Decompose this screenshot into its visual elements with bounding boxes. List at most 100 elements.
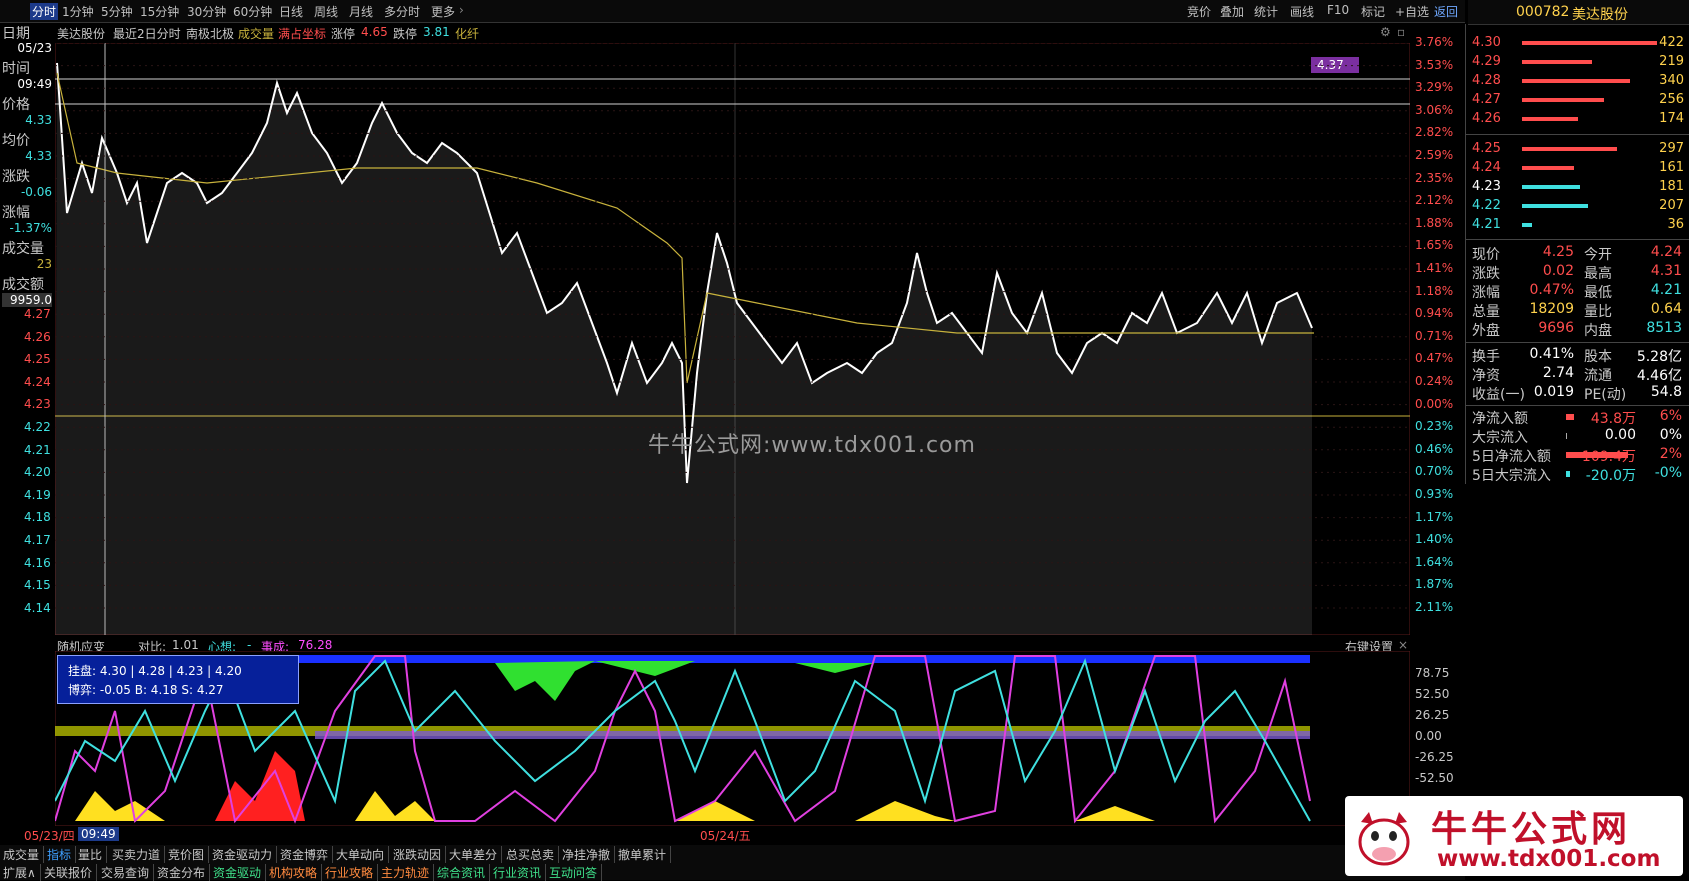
close-icon[interactable]: × xyxy=(1398,638,1408,652)
tab-period-5min[interactable]: 5分钟 xyxy=(101,3,133,20)
tab-net-order-cancel[interactable]: 净挂净撤 xyxy=(562,846,616,863)
intraday-price-chart[interactable]: 4.37 xyxy=(55,43,1410,635)
tab-period-1min[interactable]: 1分钟 xyxy=(62,3,94,20)
stat-value: 0.41% xyxy=(1529,346,1574,362)
overlay-button[interactable]: 叠加 xyxy=(1220,3,1244,20)
ask-volume-bar xyxy=(1522,41,1657,45)
price-tick-label: 4.22 xyxy=(24,420,51,434)
tab-fund-distribution[interactable]: 资金分布 xyxy=(157,864,211,881)
stat-value: 0.64 xyxy=(1650,301,1682,317)
tab-volume-ratio[interactable]: 量比 xyxy=(78,846,108,863)
percent-tick-label: 0.24% xyxy=(1415,374,1454,388)
bid-price: 4.24 xyxy=(1472,160,1501,175)
tab-industry-news[interactable]: 行业资讯 xyxy=(493,864,547,881)
stat-label: 换手 xyxy=(1472,349,1500,365)
watermark-text: 牛牛公式网:www.tdx001.com xyxy=(648,433,976,458)
tab-related-quotes[interactable]: 关联报价 xyxy=(44,864,98,881)
tab-auction-chart[interactable]: 竞价图 xyxy=(168,846,210,863)
auction-button[interactable]: 竞价 xyxy=(1187,3,1211,20)
stat-label: 内盘 xyxy=(1584,323,1612,339)
tab-large-order-trend[interactable]: 大单动向 xyxy=(336,846,390,863)
ask-row-1: 4.26 174 xyxy=(1472,110,1684,128)
tab-fund-game[interactable]: 资金博弈 xyxy=(280,846,334,863)
tab-period-week[interactable]: 周线 xyxy=(314,3,338,20)
tab-period-multi[interactable]: 多分时 xyxy=(384,3,420,20)
ask-volume: 256 xyxy=(1659,92,1684,107)
tab-fund-drive-2[interactable]: 资金驱动 xyxy=(213,864,267,881)
settings-icon[interactable]: ⚙ xyxy=(1380,25,1391,39)
bid-row-5: 4.21 36 xyxy=(1472,216,1684,234)
stats-button[interactable]: 统计 xyxy=(1254,3,1278,20)
price-tick-label: 4.16 xyxy=(24,555,51,570)
tab-period-60min[interactable]: 60分钟 xyxy=(233,3,272,20)
tab-total-buy-sell[interactable]: 总买总卖 xyxy=(506,846,560,863)
flow-pct: 2% xyxy=(1659,446,1682,462)
logo-url: www.tdx001.com xyxy=(1437,846,1661,872)
tab-period-more[interactable]: 更多 xyxy=(431,3,455,20)
draw-button[interactable]: 画线 xyxy=(1290,3,1314,20)
info-volume[interactable]: 成交量 xyxy=(238,25,274,42)
tab-large-order-diff[interactable]: 大单差分 xyxy=(449,846,503,863)
lp-volume-label: 成交量 xyxy=(2,241,44,257)
percent-tick-label: 1.17% xyxy=(1415,509,1454,524)
flow-row: 5日大宗流入 -20.0万 -0% xyxy=(1472,465,1686,484)
tab-industry-strategy[interactable]: 行业攻略 xyxy=(325,864,379,881)
flow-pct: 0% xyxy=(1659,427,1682,443)
time-crosshair-label: 09:49 xyxy=(78,827,119,841)
back-button[interactable]: 返回 xyxy=(1434,3,1458,20)
stock-name: 美达股份 xyxy=(1572,7,1628,23)
info-full-coord[interactable]: 满占坐标 xyxy=(278,25,326,42)
percent-tick-label: 1.41% xyxy=(1415,261,1454,275)
lp-volume-value: 23 xyxy=(36,257,52,271)
stat-label: 外盘 xyxy=(1472,323,1500,339)
tab-volume[interactable]: 成交量 xyxy=(3,846,45,863)
f10-button[interactable]: F10 xyxy=(1327,3,1349,17)
flow-value: 109.4万 xyxy=(1581,449,1636,465)
price-tick-label: 4.21 xyxy=(24,442,51,457)
stat-label: 涨跌 xyxy=(1472,266,1500,282)
bid-volume: 207 xyxy=(1659,198,1684,213)
chart-info-bar: 美达股份 最近2日分时 南极北极 成交量 满占坐标 涨停 4.65 跌停 3.8… xyxy=(55,23,1410,41)
info-stock-name: 美达股份 xyxy=(57,27,106,41)
stat-value: 8513 xyxy=(1646,320,1682,336)
percent-tick-label: 0.23% xyxy=(1415,419,1454,434)
info-indicator[interactable]: 南极北极 xyxy=(186,25,234,42)
tab-indicator[interactable]: 指标 xyxy=(47,846,77,863)
tab-change-cause[interactable]: 涨跌动因 xyxy=(393,846,447,863)
stat-row: 涨幅 0.47% 最低 4.21 xyxy=(1472,282,1686,301)
ask-row-2: 4.27 256 xyxy=(1472,91,1684,109)
tab-main-track[interactable]: 主力轨迹 xyxy=(381,864,435,881)
stat-label: 流通 xyxy=(1584,368,1612,384)
tab-trade-query[interactable]: 交易查询 xyxy=(101,864,155,881)
flow-row: 净流入额 43.8万 6% xyxy=(1472,408,1686,427)
percent-tick-label: 3.53% xyxy=(1415,57,1454,72)
tab-fund-drive[interactable]: 资金驱动力 xyxy=(212,846,278,863)
tab-qa[interactable]: 互动问答 xyxy=(549,864,603,881)
tab-period-intraday[interactable]: 分时 xyxy=(30,3,59,20)
mark-button[interactable]: 标记 xyxy=(1361,3,1385,20)
tab-news[interactable]: 综合资讯 xyxy=(437,864,491,881)
stat-row: 净资 2.74 流通 4.46亿 xyxy=(1472,365,1686,384)
add-watchlist-button[interactable]: +自选 xyxy=(1395,3,1429,20)
percent-tick-label: 1.88% xyxy=(1415,215,1454,230)
info-fiber[interactable]: 化纤 xyxy=(455,25,479,42)
percent-tick-label: 3.06% xyxy=(1415,102,1454,117)
info-limit-down: 3.81 xyxy=(423,25,450,39)
tab-buy-sell-power[interactable]: 买卖力道 xyxy=(112,846,166,863)
tab-expand[interactable]: 扩展∧ xyxy=(3,864,41,881)
info-mode[interactable]: 最近2日分时 xyxy=(113,25,181,42)
tab-cancel-cumulative[interactable]: 撤单累计 xyxy=(618,846,672,863)
tab-institution-strategy[interactable]: 机构攻略 xyxy=(269,864,323,881)
tab-period-15min[interactable]: 15分钟 xyxy=(140,3,179,20)
tooltip-line-2: 博弈: -0.05 B: 4.18 S: 4.27 xyxy=(68,683,224,697)
stat-value: 4.46亿 xyxy=(1636,368,1682,384)
tab-period-day[interactable]: 日线 xyxy=(279,3,303,20)
maximize-icon[interactable]: ▫ xyxy=(1397,25,1405,39)
stat-value: 4.21 xyxy=(1650,282,1682,298)
tab-period-month[interactable]: 月线 xyxy=(349,3,373,20)
tab-period-30min[interactable]: 30分钟 xyxy=(187,3,226,20)
bid-row-1: 4.25 297 xyxy=(1472,140,1684,158)
flow-bar xyxy=(1566,414,1574,420)
percent-tick-label: 1.40% xyxy=(1415,532,1454,547)
chevron-right-icon[interactable]: › xyxy=(459,3,464,17)
